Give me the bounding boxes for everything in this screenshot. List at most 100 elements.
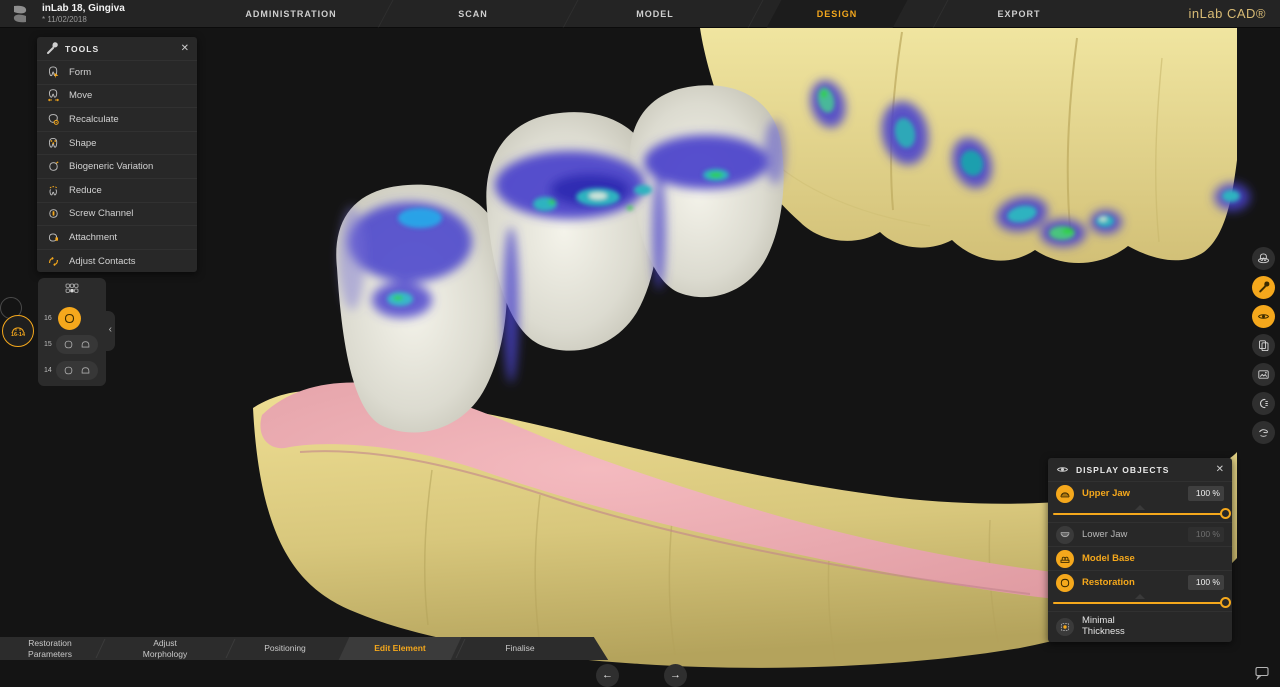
phase-tabs: ADMINISTRATION SCAN MODEL DESIGN EXPORT [200, 0, 1110, 28]
slider-handle[interactable] [1220, 597, 1231, 608]
feedback-chat-button[interactable] [1254, 666, 1270, 680]
step-positioning[interactable]: Positioning [230, 637, 340, 660]
tool-item-biogeneric-variation[interactable]: Biogeneric Variation [37, 154, 197, 178]
display-objects-button[interactable] [1252, 305, 1275, 328]
snapshot-button[interactable] [1252, 363, 1275, 386]
tab-design[interactable]: DESIGN [746, 0, 928, 28]
tool-item-recalculate[interactable]: Recalculate [37, 107, 197, 131]
restoration-opacity-slider[interactable] [1048, 594, 1232, 611]
cross-section-icon [1257, 397, 1270, 410]
display-objects-close-icon[interactable]: ✕ [1216, 464, 1224, 475]
tool-item-reduce[interactable]: Reduce [37, 178, 197, 202]
recalculate-tooth-icon [47, 113, 60, 126]
speech-bubble-icon [1254, 666, 1270, 680]
tooth-number: 15 [44, 341, 56, 348]
tooth-row-16: 16 [44, 306, 102, 330]
crown-icon [80, 339, 91, 350]
top-bar: inLab 18, Gingiva * 11/02/2018 ADMINISTR… [0, 0, 1280, 28]
tooth-16-selected-button[interactable] [58, 307, 81, 330]
step-adjust-morphology[interactable]: Adjust Morphology [100, 637, 230, 660]
tab-scan[interactable]: SCAN [382, 0, 564, 28]
arrow-left-icon: ← [602, 669, 613, 681]
tooth-number: 14 [44, 367, 56, 374]
eye-icon [1056, 463, 1069, 476]
tool-item-screw-channel[interactable]: Screw Channel [37, 202, 197, 226]
articulation-button[interactable] [1252, 421, 1275, 444]
step-restoration-parameters[interactable]: Restoration Parameters [0, 637, 100, 660]
tooth-view-icon [1257, 252, 1270, 265]
cross-section-button[interactable] [1252, 392, 1275, 415]
tooth-14-options[interactable] [56, 361, 98, 380]
snapshot-icon [1257, 368, 1270, 381]
tooth-view-button[interactable] [1252, 247, 1275, 270]
tab-export[interactable]: EXPORT [928, 0, 1110, 28]
right-toolbar [1252, 247, 1275, 444]
tool-item-shape[interactable]: Shape [37, 131, 197, 155]
display-item-lower-jaw[interactable]: Lower Jaw 100 % [1048, 522, 1232, 546]
next-step-button[interactable]: → [664, 664, 687, 687]
tools-wrench-icon [1257, 281, 1270, 294]
display-item-upper-jaw[interactable]: Upper Jaw 100 % [1048, 481, 1232, 505]
tools-close-icon[interactable]: ✕ [181, 43, 189, 54]
project-info: inLab 18, Gingiva * 11/02/2018 [42, 3, 125, 24]
upper-jaw-opacity-value: 100 % [1188, 486, 1224, 501]
arrow-right-icon: → [670, 669, 681, 681]
project-title: inLab 18, Gingiva [42, 3, 125, 15]
display-objects-header: DISPLAY OBJECTS ✕ [1048, 458, 1232, 481]
upper-jaw-opacity-slider[interactable] [1048, 505, 1232, 522]
tool-item-move[interactable]: Move [37, 84, 197, 108]
restoration-range-badge[interactable]: 16-14 [2, 315, 34, 347]
step-edit-element[interactable]: Edit Element [340, 637, 460, 660]
minimal-thickness-icon [1056, 618, 1074, 636]
badge-label: 16-14 [11, 332, 25, 338]
tools-panel-header: TOOLS ✕ [37, 37, 197, 60]
object-list-button[interactable] [1252, 334, 1275, 357]
tool-item-adjust-contacts[interactable]: Adjust Contacts [37, 249, 197, 273]
form-tooth-icon [47, 66, 60, 79]
articulation-icon [1257, 426, 1270, 439]
tooth-chart-icon [64, 283, 80, 296]
tools-panel: TOOLS ✕ Form Move Recalculate Shape [37, 37, 197, 272]
biogeneric-variation-icon [47, 160, 60, 173]
previous-step-button[interactable]: ← [596, 664, 619, 687]
tooth-occlusal-icon [63, 312, 76, 325]
collapse-chevron-icon[interactable]: ‹ [109, 324, 112, 335]
project-date: * 11/02/2018 [42, 15, 125, 24]
restoration-icon [1056, 574, 1074, 592]
tooth-number: 16 [44, 315, 56, 322]
app-brand: inLab CAD® [1189, 6, 1266, 21]
shape-tooth-icon [47, 137, 60, 150]
tools-panel-title: TOOLS [65, 44, 181, 54]
step-finalise[interactable]: Finalise [460, 637, 580, 660]
tooth-15-options[interactable] [56, 335, 98, 354]
upper-jaw-icon [1056, 485, 1074, 503]
tooth-row-15: 15 [44, 332, 102, 356]
slider-notch [1135, 505, 1145, 510]
wrench-icon [45, 42, 58, 55]
reduce-tooth-icon [47, 184, 60, 197]
slider-handle[interactable] [1220, 508, 1231, 519]
display-objects-panel: DISPLAY OBJECTS ✕ Upper Jaw 100 % Lower … [1048, 458, 1232, 642]
display-objects-title: DISPLAY OBJECTS [1076, 465, 1216, 475]
workflow-step-bar: Restoration Parameters Adjust Morphology… [0, 637, 588, 660]
slider-track [1053, 513, 1227, 515]
lower-jaw-opacity-value: 100 % [1188, 527, 1224, 542]
slider-notch [1135, 594, 1145, 599]
tool-item-form[interactable]: Form [37, 60, 197, 84]
tools-button[interactable] [1252, 276, 1275, 299]
display-item-restoration[interactable]: Restoration 100 % [1048, 570, 1232, 594]
model-base-icon [1056, 550, 1074, 568]
display-item-model-base[interactable]: Model Base [1048, 546, 1232, 570]
sirona-logo-icon [10, 4, 30, 24]
slider-track [1053, 602, 1227, 604]
attachment-icon [47, 231, 60, 244]
tooth-occlusal-icon [63, 365, 74, 376]
display-item-minimal-thickness[interactable]: Minimal Thickness [1048, 611, 1232, 642]
tab-model[interactable]: MODEL [564, 0, 746, 28]
adjust-contacts-icon [47, 255, 60, 268]
tool-item-attachment[interactable]: Attachment [37, 225, 197, 249]
object-list-icon [1257, 339, 1270, 352]
tab-administration[interactable]: ADMINISTRATION [200, 0, 382, 28]
display-objects-eye-icon [1257, 310, 1270, 323]
crown-icon [80, 365, 91, 376]
